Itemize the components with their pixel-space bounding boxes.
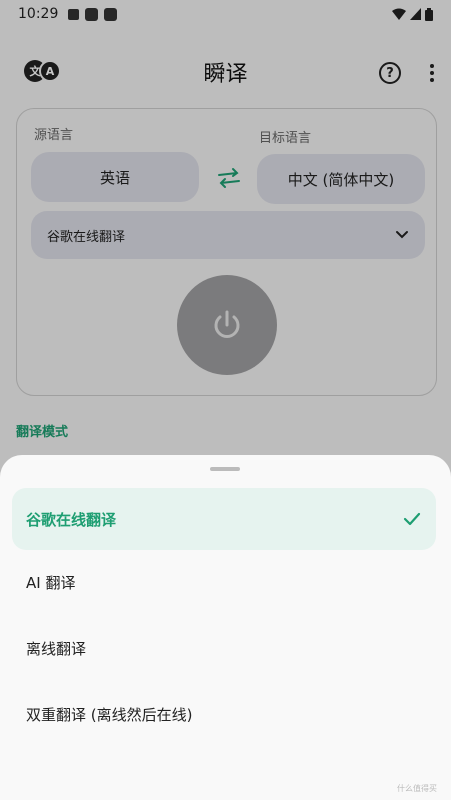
option-label: 谷歌在线翻译 [26, 510, 117, 529]
option-offline[interactable]: 离线翻译 [12, 617, 436, 679]
option-google-online[interactable]: 谷歌在线翻译 [12, 488, 436, 550]
option-dual[interactable]: 双重翻译 (离线然后在线) [12, 683, 436, 745]
option-ai[interactable]: AI 翻译 [12, 551, 436, 613]
option-label: AI 翻译 [26, 573, 76, 592]
bottom-sheet: 谷歌在线翻译 AI 翻译 离线翻译 双重翻译 (离线然后在线) 什么值得买 [0, 455, 451, 800]
option-label: 双重翻译 (离线然后在线) [26, 705, 193, 724]
watermark: 什么值得买 [397, 784, 437, 793]
check-icon [403, 512, 421, 526]
drag-handle[interactable] [210, 467, 240, 471]
option-label: 离线翻译 [26, 639, 87, 658]
